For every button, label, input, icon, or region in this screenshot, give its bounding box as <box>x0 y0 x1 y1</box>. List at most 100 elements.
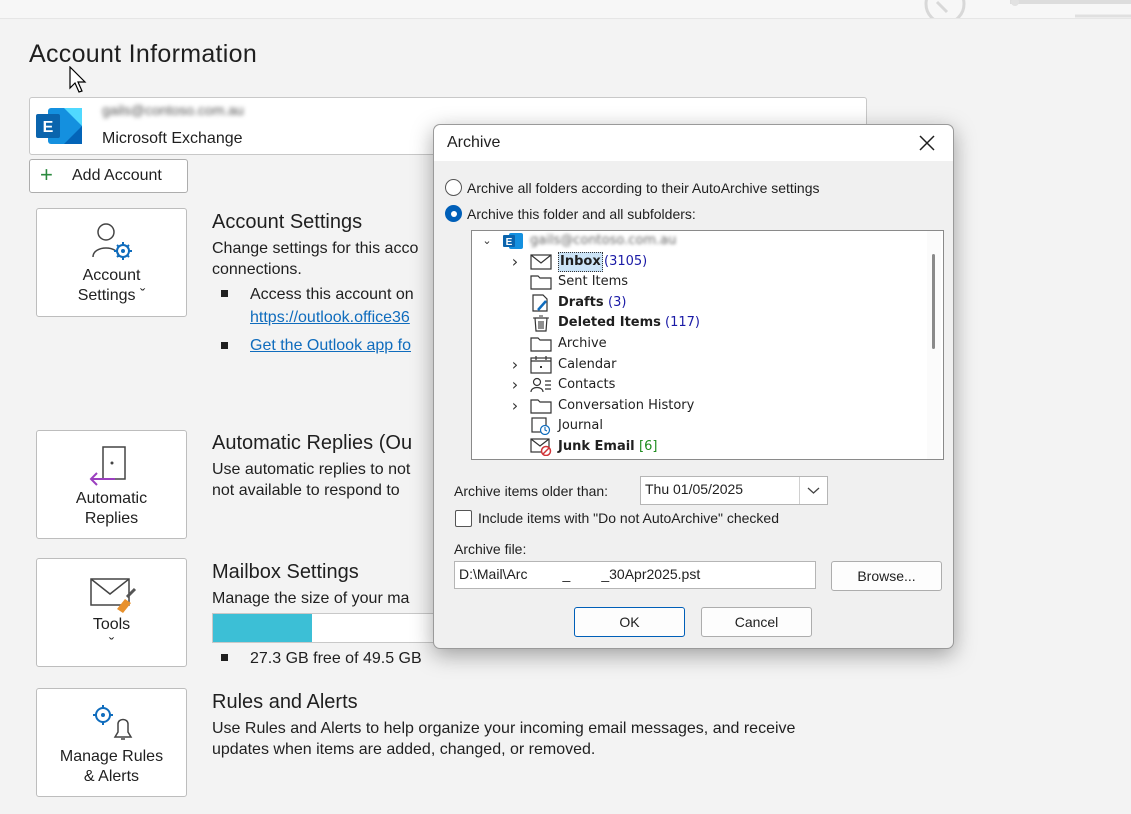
date-dropdown-button[interactable] <box>799 477 827 504</box>
radio-archive-this-folder[interactable] <box>445 205 462 222</box>
tree-item-junk-email[interactable]: Junk Email [6] <box>472 437 912 457</box>
rules-alerts-desc-1: Use Rules and Alerts to help organize yo… <box>212 720 796 737</box>
chevron-right-icon[interactable]: › <box>508 396 522 416</box>
tree-item-drafts[interactable]: Drafts (3) <box>472 293 912 313</box>
tree-item-count: (3105) <box>604 254 648 269</box>
mailbox-settings-title: Mailbox Settings <box>212 561 359 583</box>
tree-item-label: Journal <box>558 418 603 433</box>
tree-root-label: gails@contoso.com.au <box>530 233 677 248</box>
include-no-autoarchive-checkbox[interactable] <box>455 510 472 527</box>
tree-item-count: [6] <box>639 439 658 454</box>
trash-icon <box>530 314 552 332</box>
automatic-replies-tile-label-1: Automatic <box>75 490 148 507</box>
outlook-web-link[interactable]: https://outlook.office36 <box>250 309 410 327</box>
bullet <box>221 654 228 661</box>
tools-tile-label: Tools <box>92 616 131 633</box>
rules-alerts-desc-2: updates when items are added, changed, o… <box>212 741 596 758</box>
tree-item-contacts[interactable]: › Contacts <box>472 375 912 395</box>
account-settings-tile[interactable]: Account Settings ˇ <box>36 208 187 317</box>
dialog-titlebar <box>434 125 953 161</box>
automatic-replies-icon <box>89 445 133 487</box>
tree-item-count: (117) <box>665 315 700 330</box>
account-type: Microsoft Exchange <box>102 130 243 147</box>
older-than-label: Archive items older than: <box>454 483 609 499</box>
access-account-text: Access this account on <box>250 286 414 303</box>
account-email: gails@contoso.com.au <box>102 102 244 118</box>
calendar-icon <box>530 356 552 374</box>
archive-file-value: D:\Mail\Arc _ _30Apr2025.pst <box>459 566 701 582</box>
bullet <box>221 290 228 297</box>
tree-scrollbar-thumb[interactable] <box>932 254 935 349</box>
rules-alerts-title: Rules and Alerts <box>212 691 358 713</box>
radio-archive-this-folder-label: Archive this folder and all subfolders: <box>467 206 696 222</box>
add-account-label: Add Account <box>72 167 162 184</box>
page-title: Account Information <box>29 40 258 68</box>
chevron-right-icon[interactable]: › <box>508 355 522 375</box>
storage-free-text: 27.3 GB free of 49.5 GB <box>250 650 422 667</box>
manage-rules-tile-label-1: Manage Rules <box>59 748 164 765</box>
tree-item-calendar[interactable]: › Calendar <box>472 355 912 375</box>
tree-item-label: Sent Items <box>558 274 629 289</box>
tree-item-journal[interactable]: Journal <box>472 416 912 436</box>
cancel-button[interactable]: Cancel <box>701 607 812 637</box>
tree-item-label: Calendar <box>558 357 617 372</box>
folder-icon <box>530 397 552 415</box>
inbox-icon <box>530 253 552 271</box>
tree-root[interactable]: ⌄ E gails@contoso.com.au <box>472 231 912 251</box>
tree-item-inbox[interactable]: › Inbox (3105) <box>472 252 912 272</box>
bullet <box>221 342 228 349</box>
storage-bar-fill <box>213 614 312 642</box>
close-icon <box>919 135 935 151</box>
chevron-down-icon[interactable]: ⌄ <box>480 231 494 251</box>
radio-archive-all-label: Archive all folders according to their A… <box>467 180 820 196</box>
ok-button[interactable]: OK <box>574 607 685 637</box>
account-settings-icon <box>91 221 135 261</box>
junk-icon <box>530 438 552 457</box>
manage-rules-tile-label-2: & Alerts <box>83 768 140 785</box>
tree-item-sent-items[interactable]: Sent Items <box>472 272 912 292</box>
tree-item-deleted-items[interactable]: Deleted Items (117) <box>472 313 912 333</box>
tools-tile[interactable]: Tools ˇ <box>36 558 187 667</box>
plus-icon: + <box>40 162 53 187</box>
storage-bar <box>212 613 434 643</box>
older-than-date-picker[interactable]: Thu 01/05/2025 <box>640 476 828 505</box>
tree-item-label: Contacts <box>558 377 616 392</box>
automatic-replies-tile[interactable]: Automatic Replies <box>36 430 187 539</box>
folder-icon <box>530 273 552 291</box>
tree-item-count: (3) <box>608 295 627 310</box>
tree-item-label: Inbox <box>558 252 603 272</box>
get-outlook-app-link[interactable]: Get the Outlook app fo <box>250 337 411 355</box>
tree-scrollbar[interactable] <box>927 231 941 459</box>
drafts-icon <box>530 294 552 312</box>
account-settings-tile-label-2: Settings ˇ <box>77 287 146 304</box>
svg-text:E: E <box>506 237 513 248</box>
account-settings-title: Account Settings <box>212 211 363 233</box>
tree-item-label: Deleted Items <box>558 315 661 330</box>
close-button[interactable] <box>909 129 945 157</box>
radio-archive-all[interactable] <box>445 179 462 196</box>
account-settings-tile-label-1: Account <box>82 267 141 284</box>
tools-icon <box>89 575 137 613</box>
chevron-down-icon <box>807 487 820 494</box>
folder-tree[interactable]: ⌄ E gails@contoso.com.au › Inbox (3105) Sen… <box>471 230 944 460</box>
automatic-replies-title: Automatic Replies (Ou <box>212 432 413 454</box>
manage-rules-tile[interactable]: Manage Rules & Alerts <box>36 688 187 797</box>
folder-icon <box>530 335 552 353</box>
tree-item-label: Archive <box>558 336 607 351</box>
tree-item-conversation-history[interactable]: › Conversation History <box>472 396 912 416</box>
tree-item-label: Conversation History <box>558 398 695 413</box>
add-account-button[interactable]: + Add Account <box>29 159 188 193</box>
archive-file-label: Archive file: <box>454 541 527 557</box>
dialog-title: Archive <box>447 134 501 151</box>
mailbox-settings-desc: Manage the size of your ma <box>212 590 410 607</box>
tree-item-label: Drafts <box>558 295 604 310</box>
chevron-right-icon[interactable]: › <box>508 375 522 395</box>
archive-dialog: Archive Archive all folders according to… <box>433 124 954 649</box>
tree-item-label: Junk Email <box>558 439 635 454</box>
exchange-icon: E <box>34 106 84 146</box>
chevron-right-icon[interactable]: › <box>508 252 522 272</box>
tree-item-archive[interactable]: Archive <box>472 334 912 354</box>
svg-text:E: E <box>43 119 54 136</box>
browse-button[interactable]: Browse... <box>831 561 942 591</box>
archive-file-input[interactable]: D:\Mail\Arc _ _30Apr2025.pst <box>454 561 816 589</box>
